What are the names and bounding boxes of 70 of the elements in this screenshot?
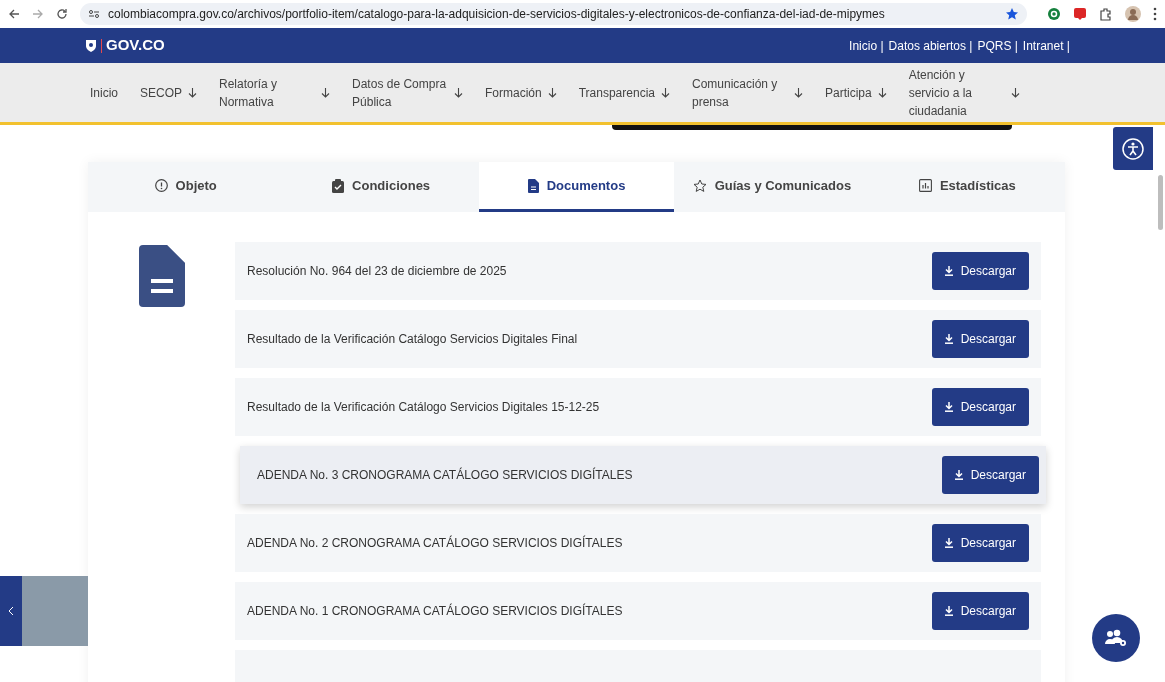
url-text: colombiacompra.gov.co/archivos/portfolio-item/catalogo-para-la-adquisicion-de-servicios-digitales-y-electronicos-de-confianza-del-iad-de-mipymes [108,6,886,23]
back-icon[interactable] [8,8,20,20]
info-icon [154,179,168,192]
nav-item[interactable]: Transparencia [578,83,670,102]
gov-logo[interactable]: GOV.CO [106,34,165,57]
arrow-down-icon [321,87,331,98]
nav-item[interactable]: Inicio [90,83,118,102]
nav-item[interactable]: Comunicación y prensa [692,74,803,111]
arrow-down-icon [1010,87,1020,98]
people-gear-icon [1104,628,1128,648]
download-button[interactable]: Descargar [931,388,1029,426]
tab[interactable]: Documentos [478,162,675,212]
chart-icon [918,179,932,192]
photo-placeholder [22,576,88,646]
document-title: ADENDA No. 2 CRONOGRAMA CATÁLOGO SERVICIOS DIGÍTALES [247,534,624,552]
profile-avatar-icon[interactable] [1125,6,1141,22]
tab[interactable]: Estadísticas [869,162,1066,212]
scrollbar-thumb[interactable] [1158,175,1163,230]
top-link[interactable]: PQRS | [977,36,1018,55]
download-icon [944,334,953,344]
site-info-icon[interactable] [88,9,100,19]
tab[interactable]: Condiciones [283,162,479,212]
download-icon [944,402,953,412]
nav-item[interactable]: SECOP [140,83,198,102]
top-link[interactable]: Intranet | [1022,36,1070,55]
menu-icon[interactable] [1153,7,1157,21]
download-icon [944,538,953,548]
download-icon [944,266,953,276]
chat-button[interactable] [1092,614,1140,662]
document-icon [527,178,539,193]
nav-item[interactable]: Atención y servicio a la ciudadania [908,65,1020,120]
document-title: Resultado de la Verificación Catálogo Servicios Digitales 15-12-25 [247,399,601,416]
arrow-down-icon [661,87,670,98]
download-button[interactable]: Descargar [931,592,1029,630]
document-title: Resultado de la Verificación Catálogo Servicios Digitales Final [247,331,579,348]
nav-item[interactable]: Formación [485,83,557,102]
download-icon [954,470,963,480]
document-icon [138,245,185,307]
extension-icon[interactable] [1047,7,1061,21]
arrow-down-icon [877,87,887,98]
clipboard-check-icon [332,178,345,193]
extension-icon[interactable] [1073,7,1087,21]
puzzle-icon[interactable] [1099,7,1113,21]
arrow-down-icon [794,87,803,98]
top-link[interactable]: Inicio | [849,36,884,55]
tab[interactable]: Objeto [88,162,284,212]
download-button[interactable]: Descargar [931,252,1029,290]
nav-item[interactable]: Datos de Compra Pública [352,74,464,111]
arrow-down-icon [547,87,557,98]
document-title: Resolución No. 964 del 23 de diciembre de 2025 [247,263,508,280]
document-title: ADENDA No. 1 CRONOGRAMA CATÁLOGO SERVICIOS DIGÍTALES [247,602,624,620]
reload-icon[interactable] [56,8,68,20]
download-icon [944,606,953,616]
tab[interactable]: Guías y Comunicados [674,162,870,212]
nav-item[interactable]: Relatoría y Normativa [219,74,331,111]
address-bar[interactable]: colombiacompra.gov.co/archivos/portfolio-item/catalogo-para-la-adquisicion-de-servicios-digitales-y-electronicos-de-confianza-del-iad-de-mipymes [80,3,1027,25]
download-button[interactable]: Descargar [931,524,1029,562]
bookmark-star-icon[interactable] [1005,7,1019,21]
arrow-down-icon [454,87,464,98]
top-link[interactable]: Datos abiertos | [888,36,973,55]
accessibility-button[interactable] [1113,127,1153,170]
download-button[interactable]: Descargar [931,320,1029,358]
star-icon [692,178,707,193]
download-button[interactable]: Descargar [941,456,1039,494]
document-title: ADENDA No. 3 CRONOGRAMA CATÁLOGO SERVICIOS DIGÍTALES [257,466,634,484]
chevron-left-icon [8,606,14,616]
shield-icon [85,38,97,53]
nav-item[interactable]: Participa [825,83,887,102]
arrow-down-icon [188,87,198,98]
accessibility-icon [1122,137,1144,160]
